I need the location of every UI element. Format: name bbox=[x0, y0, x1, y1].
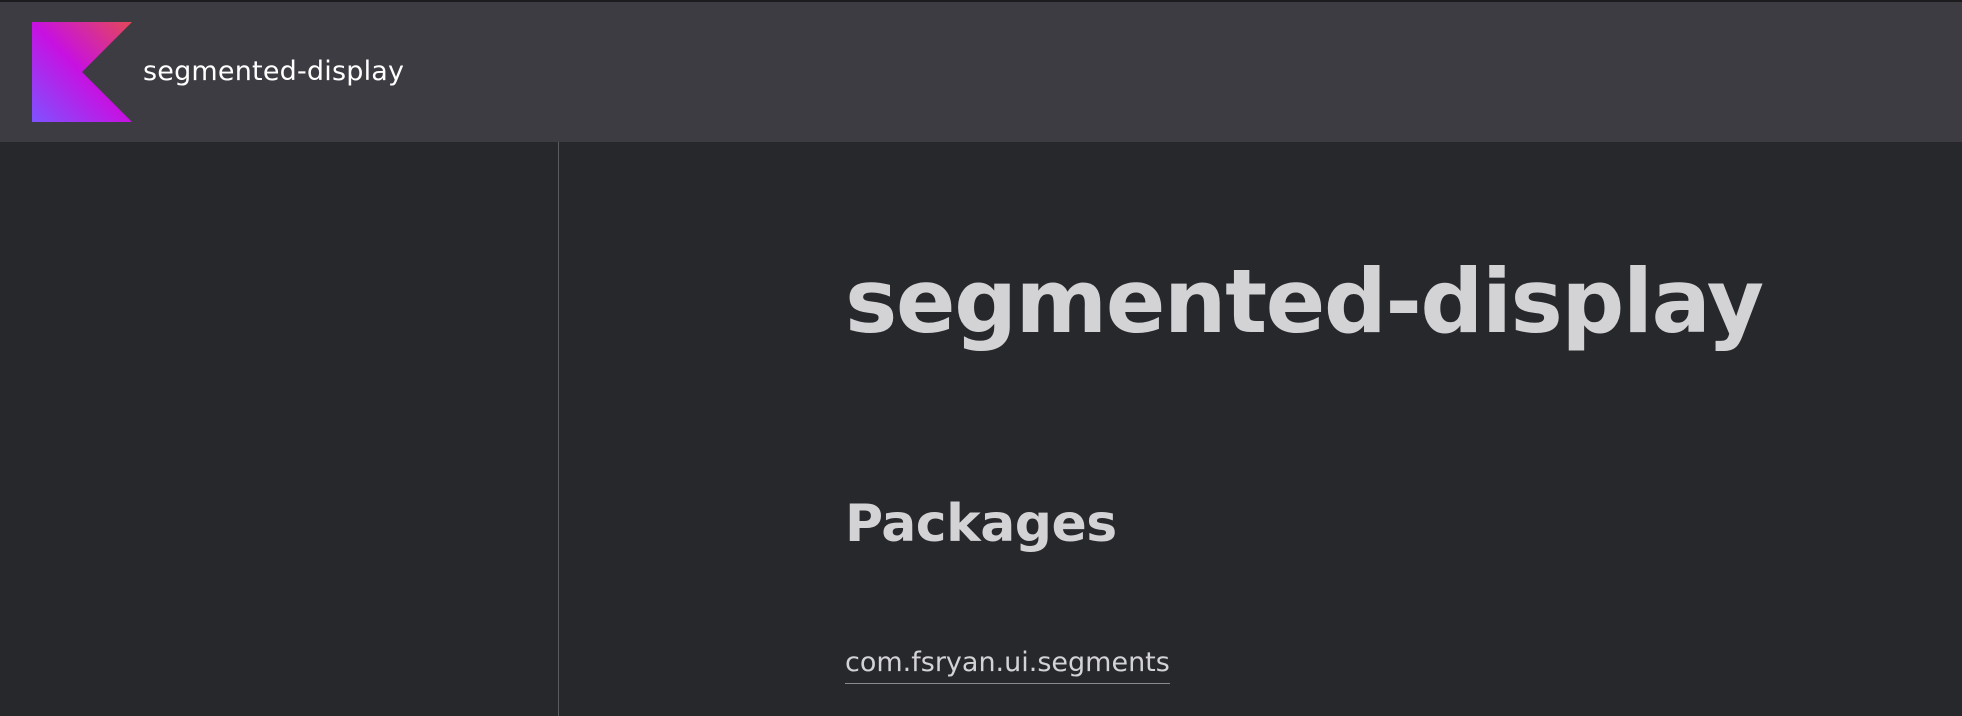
top-navbar: segmented-display bbox=[0, 2, 1962, 142]
package-link[interactable]: com.fsryan.ui.segments bbox=[845, 645, 1170, 684]
packages-heading: Packages bbox=[845, 494, 1117, 554]
page-title: segmented-display bbox=[845, 250, 1764, 353]
sidebar bbox=[0, 142, 559, 716]
kotlin-logo-icon[interactable] bbox=[32, 22, 132, 122]
main-content: segmented-display Packages com.fsryan.ui… bbox=[559, 142, 1962, 716]
library-name[interactable]: segmented-display bbox=[143, 54, 404, 90]
